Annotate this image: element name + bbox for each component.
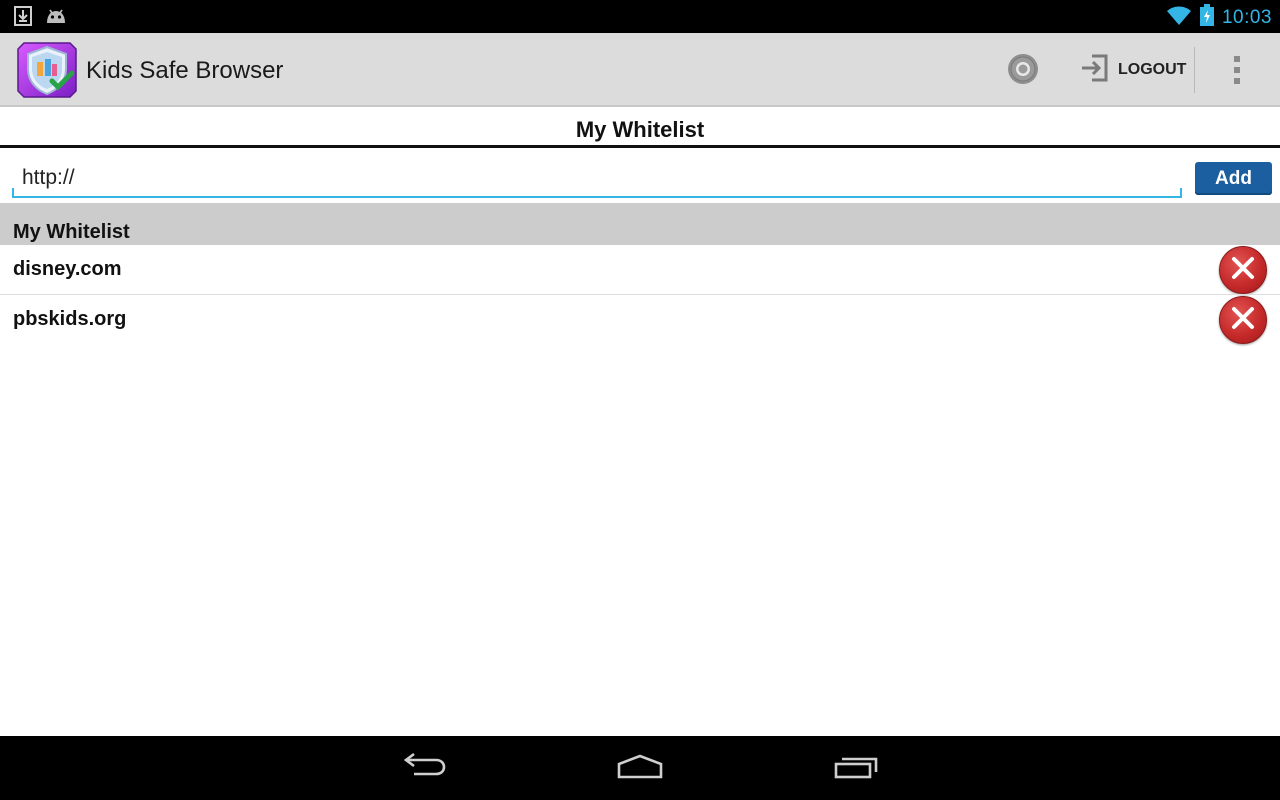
settings-button[interactable] [1000,51,1046,91]
page-title: My Whitelist [0,108,1280,148]
home-button[interactable] [612,750,668,786]
close-icon [1230,305,1256,336]
nav-bar [0,736,1280,800]
home-icon [615,752,665,785]
logout-button[interactable]: LOGOUT [1080,49,1186,91]
kids-shield-logo[interactable] [14,37,80,103]
wifi-icon [1166,4,1192,31]
action-divider [1194,47,1195,93]
list-item: pbskids.org [0,294,1280,344]
whitelist-item-label: pbskids.org [13,308,127,330]
add-button[interactable]: Add [1195,162,1272,195]
list-item: disney.com [0,245,1280,294]
remove-button[interactable] [1219,246,1267,294]
remove-button[interactable] [1219,296,1267,344]
whitelist-item-label: disney.com [13,258,122,280]
download-notification-icon [14,6,32,31]
overflow-menu-icon [1234,56,1240,62]
battery-charging-icon [1199,4,1214,31]
gear-icon [1006,52,1040,91]
input-edge-left [12,188,14,198]
status-bar: 10:03 [0,0,1280,33]
logout-icon [1080,52,1112,89]
clock: 10:03 [1221,6,1272,28]
list-header: My Whitelist [0,203,1280,245]
overflow-menu-button[interactable] [1222,49,1252,91]
input-edge-right [1180,188,1182,198]
url-input[interactable] [12,160,1182,198]
action-bar: Kids Safe Browser LOGOUT [0,33,1280,107]
screen: 10:03 Kids Safe Browser LOGOUT My Whitel… [0,0,1280,800]
close-icon [1230,255,1256,286]
whitelist: disney.com pbskids.org [0,245,1280,344]
recent-apps-icon [832,752,882,785]
recent-apps-button[interactable] [830,750,884,786]
app-title: Kids Safe Browser [86,57,284,84]
back-button[interactable] [398,750,450,786]
logout-label: LOGOUT [1118,61,1187,78]
android-debug-icon [44,7,68,30]
back-icon [400,752,448,785]
